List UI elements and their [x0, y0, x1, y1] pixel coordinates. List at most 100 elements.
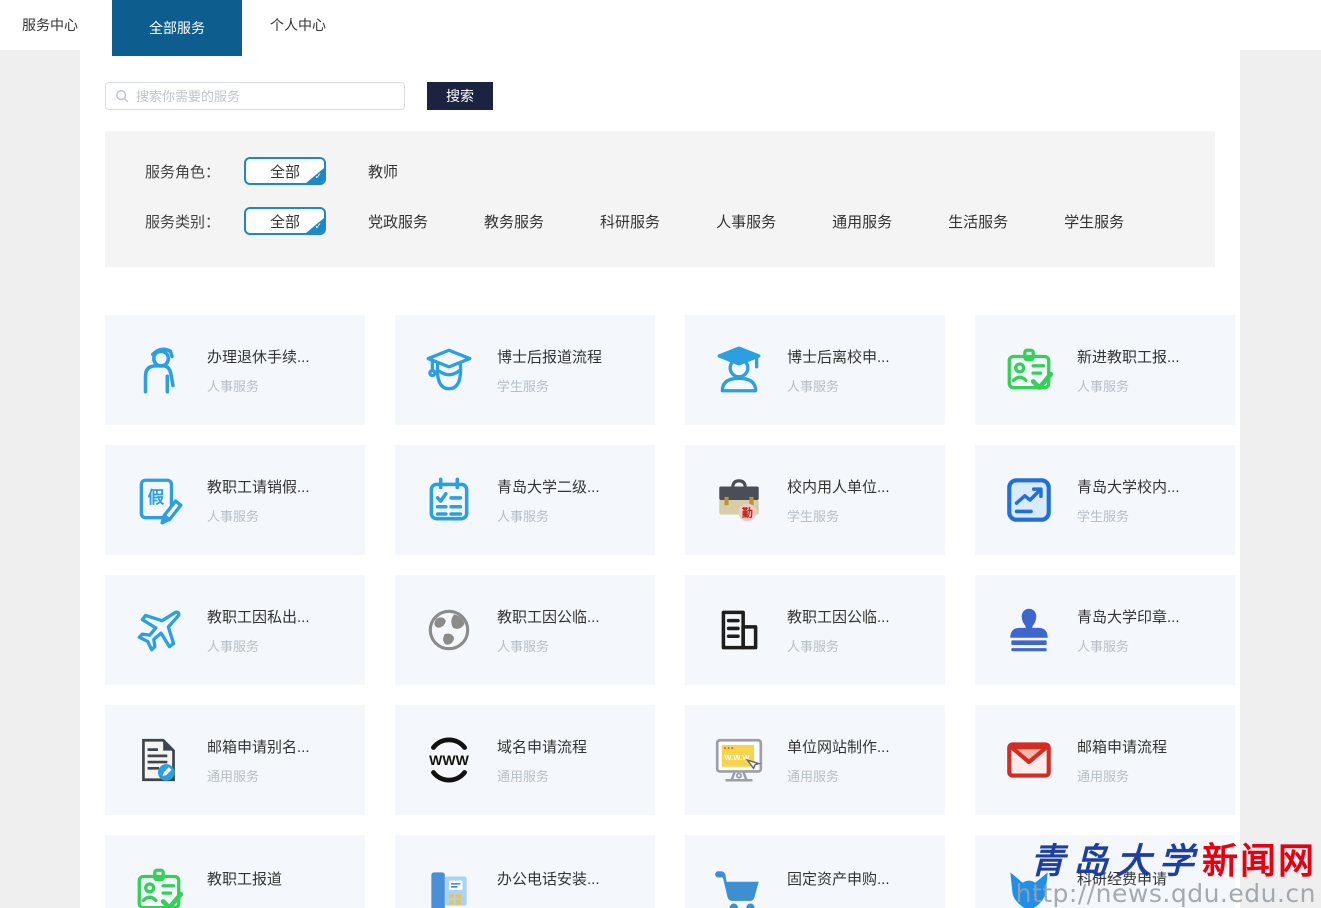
service-card-category: 通用服务	[207, 768, 260, 784]
service-card[interactable]: 办公电话安装...	[395, 835, 655, 908]
service-card[interactable]: 假 教职工请销假... 人事服务	[105, 445, 365, 555]
service-card-category	[1077, 898, 1167, 908]
tab-all-services[interactable]: 全部服务	[112, 0, 242, 56]
service-card-category: 通用服务	[787, 768, 840, 784]
service-card-title: 办公电话安装...	[497, 870, 600, 888]
service-card-title: 青岛大学印章...	[1077, 608, 1180, 626]
phone-icon	[422, 863, 476, 908]
service-card[interactable]: 教职工因私出... 人事服务	[105, 575, 365, 685]
tab-personal-center[interactable]: 个人中心	[248, 0, 348, 50]
filter-row-service-role: 服务角色： 全部 ✓ 教师	[145, 157, 1215, 185]
service-card-title: 教职工报道	[207, 870, 283, 888]
service-card-title: 邮箱申请流程	[1077, 738, 1168, 756]
svg-text:W.W.W: W.W.W	[724, 753, 750, 762]
service-card[interactable]: W.W.W 单位网站制作... 通用服务	[685, 705, 945, 815]
id-badge-check-icon	[1002, 343, 1056, 397]
filter-option-service-category-4[interactable]: 通用服务	[832, 211, 892, 232]
service-card-category	[497, 898, 600, 908]
service-card-category: 人事服务	[1077, 638, 1130, 654]
filter-option-service-category-2[interactable]: 科研服务	[600, 211, 660, 232]
graduate-person-icon	[712, 343, 766, 397]
filter-option-service-category-6[interactable]: 学生服务	[1064, 211, 1124, 232]
service-card[interactable]: 勤 校内用人单位... 学生服务	[685, 445, 945, 555]
service-card-category: 通用服务	[1077, 768, 1130, 784]
graduate-cap-icon	[422, 343, 476, 397]
search-input-wrapper[interactable]	[105, 82, 405, 110]
service-card-category: 人事服务	[787, 378, 840, 394]
filter-option-service-category-3[interactable]: 人事服务	[716, 211, 776, 232]
tab-service-center[interactable]: 服务中心	[0, 0, 100, 50]
service-card[interactable]: 教职工因公临... 人事服务	[685, 575, 945, 685]
service-card-category: 学生服务	[1077, 508, 1130, 524]
service-card[interactable]: 教职工报道	[105, 835, 365, 908]
service-card[interactable]: WWW 域名申请流程 通用服务	[395, 705, 655, 815]
envelope-icon	[1002, 733, 1056, 787]
service-card-title: 固定资产申购...	[787, 870, 890, 888]
filter-label-service-role: 服务角色：	[145, 163, 221, 181]
search-row: 搜索	[105, 82, 1215, 110]
service-grid: 办理退休手续... 人事服务 博士后报道流程 学生服务 博士后离校申... 人事…	[105, 315, 1235, 908]
www-icon: WWW	[422, 733, 476, 787]
filter-row-service-category: 服务类别： 全部 ✓ 党政服务 教务服务 科研服务 人事服务 通用服务 生活服务 学生服务	[145, 207, 1215, 235]
service-card-title: 教职工因公临...	[787, 608, 890, 626]
search-button[interactable]: 搜索	[427, 82, 493, 110]
content-panel: 搜索 服务角色：全部✓教师服务类别：全部✓党政服务教务服务科研服务人事服务通用服…	[80, 50, 1240, 908]
service-card-category: 人事服务	[497, 508, 550, 524]
service-card[interactable]: 新进教职工报... 人事服务	[975, 315, 1235, 425]
service-card[interactable]: 青岛大学校内... 学生服务	[975, 445, 1235, 555]
elderly-person-icon	[132, 343, 186, 397]
service-card[interactable]: 邮箱申请流程 通用服务	[975, 705, 1235, 815]
trend-chart-icon	[1002, 473, 1056, 527]
service-card[interactable]: 邮箱申请别名... 通用服务	[105, 705, 365, 815]
filter-selected-chip-service-category[interactable]: 全部 ✓	[244, 207, 327, 235]
service-card-title: 新进教职工报...	[1077, 348, 1180, 366]
service-card[interactable]: 博士后离校申... 人事服务	[685, 315, 945, 425]
search-icon	[116, 90, 129, 103]
service-card[interactable]: 固定资产申购...	[685, 835, 945, 908]
service-card-title: 校内用人单位...	[787, 478, 890, 496]
check-corner-icon: ✓	[306, 218, 325, 233]
service-card-category: 人事服务	[207, 638, 260, 654]
service-card-title: 青岛大学校内...	[1077, 478, 1180, 496]
search-input[interactable]	[136, 88, 395, 104]
service-card-category	[207, 898, 282, 908]
service-card-title: 办理退休手续...	[207, 348, 310, 366]
filter-option-service-role-0[interactable]: 教师	[368, 161, 398, 182]
service-card-title: 邮箱申请别名...	[207, 738, 310, 756]
service-card[interactable]: 办理退休手续... 人事服务	[105, 315, 365, 425]
filter-option-service-category-0[interactable]: 党政服务	[368, 211, 428, 232]
check-corner-icon: ✓	[306, 168, 325, 183]
filter-option-service-category-1[interactable]: 教务服务	[484, 211, 544, 232]
service-card-category: 学生服务	[497, 378, 550, 394]
filter-label-service-category: 服务类别：	[145, 213, 221, 231]
service-card-title: 教职工请销假...	[207, 478, 310, 496]
service-card-category: 人事服务	[207, 508, 260, 524]
service-card-category: 人事服务	[207, 378, 260, 394]
service-card-category: 人事服务	[497, 638, 550, 654]
service-card-title: 博士后离校申...	[787, 348, 890, 366]
service-card-title: 教职工因公临...	[497, 608, 600, 626]
airplane-icon	[132, 603, 186, 657]
svg-text:勤: 勤	[742, 506, 753, 520]
globe-icon	[422, 603, 476, 657]
service-card[interactable]: 科研经费申请	[975, 835, 1235, 908]
document-edit-icon	[132, 733, 186, 787]
service-card-title: 科研经费申请	[1077, 870, 1168, 888]
filter-selected-chip-service-role[interactable]: 全部 ✓	[244, 157, 327, 185]
research-icon	[1002, 863, 1056, 908]
top-navbar: 服务中心 全部服务 个人中心	[0, 0, 1321, 56]
service-card-category: 通用服务	[497, 768, 550, 784]
filter-option-service-category-5[interactable]: 生活服务	[948, 211, 1008, 232]
service-card[interactable]: 青岛大学二级... 人事服务	[395, 445, 655, 555]
cart-icon	[712, 863, 766, 908]
briefcase-badge-icon: 勤	[712, 473, 766, 527]
schedule-checklist-icon	[422, 473, 476, 527]
service-card-category: 人事服务	[1077, 378, 1130, 394]
service-card[interactable]: 教职工因公临... 人事服务	[395, 575, 655, 685]
stamp-icon	[1002, 603, 1056, 657]
service-card-title: 博士后报道流程	[497, 348, 603, 366]
service-card-title: 单位网站制作...	[787, 738, 890, 756]
service-card[interactable]: 博士后报道流程 学生服务	[395, 315, 655, 425]
service-card-category	[787, 898, 890, 908]
service-card[interactable]: 青岛大学印章... 人事服务	[975, 575, 1235, 685]
